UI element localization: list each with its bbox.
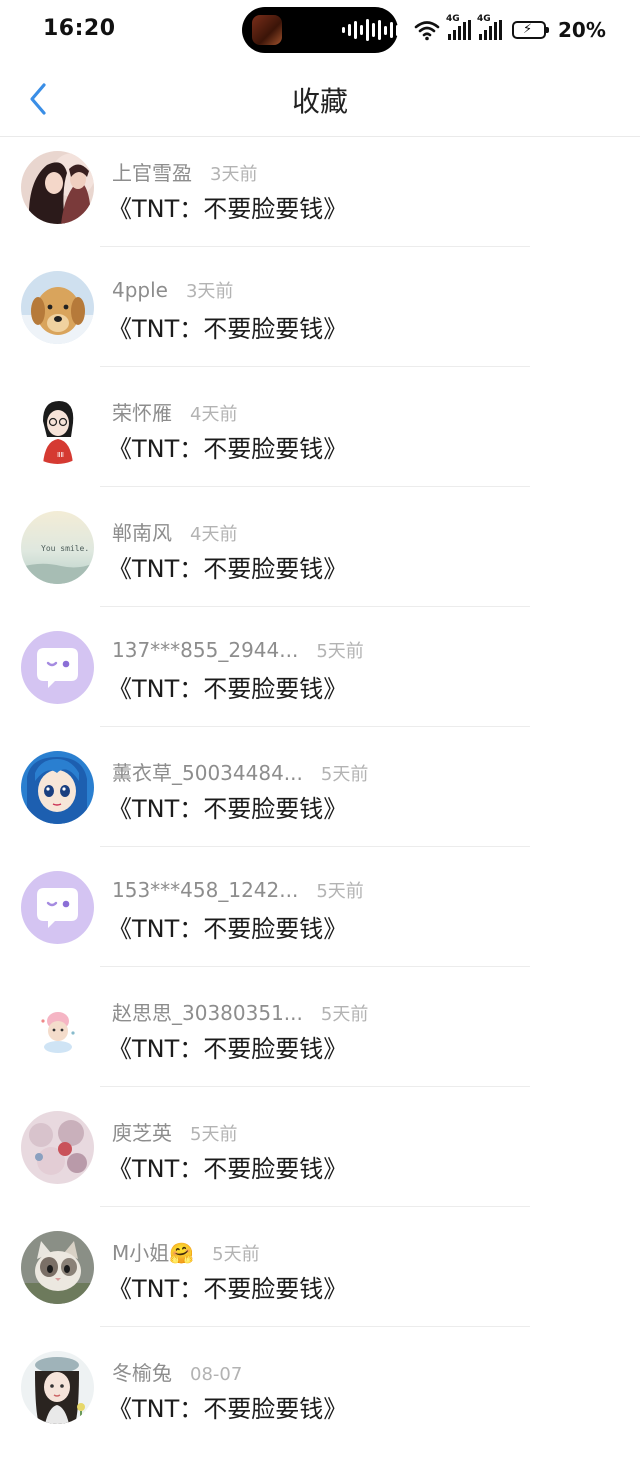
- item-title[interactable]: 《TNT：不要脸要钱》: [108, 1149, 347, 1184]
- avatar-pastel-art[interactable]: [21, 1111, 94, 1184]
- item-time: 5天前: [190, 1124, 238, 1145]
- battery-icon: ⚡: [512, 21, 549, 39]
- user-name[interactable]: 137***855_2944...: [112, 638, 298, 662]
- divider: [100, 726, 530, 727]
- cell-signal-icon: 4G: [446, 14, 471, 40]
- item-title[interactable]: 《TNT：不要脸要钱》: [108, 429, 347, 464]
- svg-text:ⅡⅡ: ⅡⅡ: [57, 451, 64, 459]
- item-time: 5天前: [316, 641, 364, 662]
- avatar-default-chat[interactable]: [21, 631, 94, 704]
- item-time: 08-07: [190, 1364, 243, 1385]
- avatar-baby-sticker[interactable]: [21, 991, 94, 1064]
- list-item[interactable]: 153***458_1242... 5天前 《TNT：不要脸要钱》: [0, 857, 640, 977]
- user-name[interactable]: 庾芝英: [112, 1117, 172, 1146]
- item-meta: 4pple 3天前: [112, 277, 233, 303]
- item-title[interactable]: 《TNT：不要脸要钱》: [108, 789, 347, 824]
- item-title[interactable]: 《TNT：不要脸要钱》: [108, 1389, 347, 1424]
- list-item[interactable]: 庾芝英 5天前 《TNT：不要脸要钱》: [0, 1097, 640, 1217]
- user-name[interactable]: 赵思思_30380351...: [112, 997, 303, 1026]
- list-item[interactable]: You smile. 郸南风 4天前 《TNT：不要脸要钱》: [0, 497, 640, 617]
- avatar-couple-art[interactable]: [21, 151, 94, 224]
- item-meta: 荣怀雁 4天前: [112, 397, 237, 426]
- avatar-default-chat[interactable]: [21, 871, 94, 944]
- cell-signal-icon: 4G: [477, 14, 502, 40]
- divider: [100, 1206, 530, 1207]
- item-title[interactable]: 《TNT：不要脸要钱》: [108, 1029, 347, 1064]
- network-type-label: 4G: [477, 14, 491, 24]
- item-meta: 上官雪盈 3天前: [112, 157, 257, 186]
- list-item[interactable]: ⅡⅡ 荣怀雁 4天前 《TNT：不要脸要钱》: [0, 377, 640, 497]
- avatar-girl-beret[interactable]: [21, 1351, 94, 1424]
- avatar-cat[interactable]: [21, 1231, 94, 1304]
- avatar-you-smile[interactable]: You smile.: [21, 511, 94, 584]
- user-name[interactable]: 郸南风: [112, 517, 172, 546]
- item-title[interactable]: 《TNT：不要脸要钱》: [108, 1269, 347, 1304]
- battery-percent: 20%: [558, 18, 606, 42]
- list-item[interactable]: 上官雪盈 3天前 《TNT：不要脸要钱》: [0, 137, 640, 257]
- user-name[interactable]: 153***458_1242...: [112, 878, 298, 902]
- user-name[interactable]: 4pple: [112, 278, 168, 302]
- item-title[interactable]: 《TNT：不要脸要钱》: [108, 669, 347, 704]
- item-time: 5天前: [212, 1244, 260, 1265]
- item-meta: 冬榆兔 08-07: [112, 1357, 242, 1386]
- item-meta: 庾芝英 5天前: [112, 1117, 237, 1146]
- item-time: 4天前: [190, 524, 238, 545]
- divider: [100, 1086, 530, 1087]
- status-bar: 16:20 4G 4G ⚡ 20%: [0, 0, 640, 60]
- list-item[interactable]: 137***855_2944... 5天前 《TNT：不要脸要钱》: [0, 617, 640, 737]
- audio-waveform-icon: [342, 19, 405, 41]
- divider: [100, 1326, 530, 1327]
- item-meta: 薰衣草_50034484... 5天前: [112, 757, 368, 786]
- divider: [100, 846, 530, 847]
- avatar-golden-dog[interactable]: [21, 271, 94, 344]
- item-title[interactable]: 《TNT：不要脸要钱》: [108, 909, 347, 944]
- item-title[interactable]: 《TNT：不要脸要钱》: [108, 189, 347, 224]
- user-name[interactable]: 荣怀雁: [112, 397, 172, 426]
- user-name[interactable]: 上官雪盈: [112, 157, 192, 186]
- list-item[interactable]: 赵思思_30380351... 5天前 《TNT：不要脸要钱》: [0, 977, 640, 1097]
- item-meta: 郸南风 4天前: [112, 517, 237, 546]
- item-meta: 137***855_2944... 5天前: [112, 637, 364, 663]
- item-meta: 赵思思_30380351... 5天前: [112, 997, 368, 1026]
- avatar-cartoon-girl[interactable]: ⅡⅡ: [21, 391, 94, 464]
- item-time: 3天前: [210, 164, 258, 185]
- now-playing-artwork: [252, 15, 282, 45]
- network-type-label: 4G: [446, 14, 460, 24]
- nav-header: 收藏: [0, 62, 640, 137]
- avatar-anime-blue[interactable]: [21, 751, 94, 824]
- item-time: 5天前: [320, 1004, 369, 1025]
- item-time: 5天前: [320, 764, 369, 785]
- divider: [100, 966, 530, 967]
- status-icons: 4G 4G ⚡ 20%: [414, 14, 606, 46]
- divider: [100, 606, 530, 607]
- divider: [100, 246, 530, 247]
- item-title[interactable]: 《TNT：不要脸要钱》: [108, 549, 347, 584]
- divider: [100, 366, 530, 367]
- item-time: 5天前: [316, 881, 364, 902]
- charging-icon: ⚡: [523, 22, 533, 37]
- list-item[interactable]: 薰衣草_50034484... 5天前 《TNT：不要脸要钱》: [0, 737, 640, 857]
- item-time: 3天前: [185, 281, 234, 302]
- list-item[interactable]: M小姐🤗 5天前 《TNT：不要脸要钱》: [0, 1217, 640, 1337]
- item-meta: M小姐🤗 5天前: [112, 1237, 260, 1266]
- status-time: 16:20: [43, 16, 116, 41]
- page-title: 收藏: [291, 85, 348, 118]
- svg-text:You smile.: You smile.: [41, 544, 89, 553]
- item-meta: 153***458_1242... 5天前: [112, 877, 364, 903]
- wifi-icon: [414, 21, 440, 41]
- item-time: 4天前: [190, 404, 238, 425]
- user-name[interactable]: 薰衣草_50034484...: [112, 757, 303, 786]
- user-name[interactable]: 冬榆兔: [112, 1357, 172, 1386]
- divider: [100, 486, 530, 487]
- item-title[interactable]: 《TNT：不要脸要钱》: [108, 309, 347, 344]
- list-item[interactable]: 冬榆兔 08-07 《TNT：不要脸要钱》: [0, 1337, 640, 1457]
- favorites-list: 上官雪盈 3天前 《TNT：不要脸要钱》 4pple 3天前 《TNT：不要脸要…: [0, 137, 640, 1457]
- list-item[interactable]: 4pple 3天前 《TNT：不要脸要钱》: [0, 257, 640, 377]
- dynamic-island[interactable]: [242, 7, 405, 53]
- user-name[interactable]: M小姐🤗: [112, 1237, 194, 1266]
